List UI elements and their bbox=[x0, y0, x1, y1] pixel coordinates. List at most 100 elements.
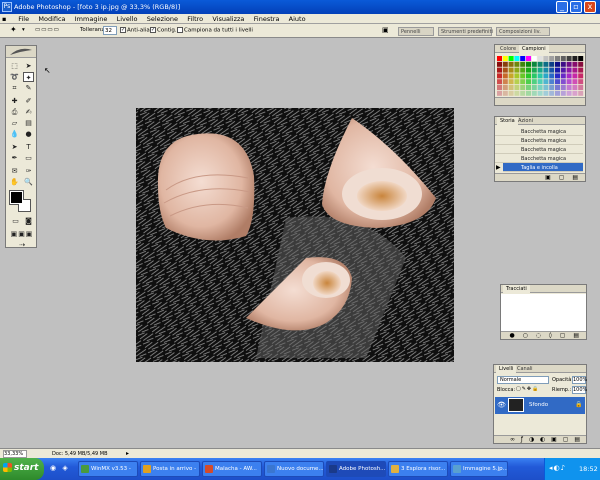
swatch-cell[interactable] bbox=[560, 61, 566, 67]
history-item[interactable]: Bacchetta magica bbox=[495, 154, 583, 163]
jump-to-imageready-icon[interactable]: ⇢ bbox=[10, 240, 34, 250]
swatch-cell[interactable] bbox=[531, 73, 537, 79]
swatch-cell[interactable] bbox=[502, 79, 508, 85]
eye-visibility-icon[interactable]: 👁 bbox=[497, 401, 506, 409]
swatch-cell[interactable] bbox=[555, 56, 560, 61]
swatch-cell[interactable] bbox=[502, 61, 508, 67]
swatch-cell[interactable] bbox=[497, 56, 502, 61]
swatch-cell[interactable] bbox=[497, 61, 502, 67]
swatch-cell[interactable] bbox=[508, 61, 514, 67]
swatch-cell[interactable] bbox=[514, 90, 520, 96]
swatch-cell[interactable] bbox=[502, 73, 508, 79]
swatch-cell[interactable] bbox=[549, 67, 555, 73]
quick-launch-icons[interactable]: ◉ ◈ bbox=[50, 464, 70, 472]
swatch-cell[interactable] bbox=[502, 85, 508, 90]
notes-tool-icon[interactable]: ✉ bbox=[9, 166, 20, 176]
swatch-cell[interactable] bbox=[526, 73, 531, 79]
swatch-cell[interactable] bbox=[514, 61, 520, 67]
swatch-cell[interactable] bbox=[572, 56, 578, 61]
swatch-cell[interactable] bbox=[543, 73, 549, 79]
minimize-button[interactable]: _ bbox=[556, 1, 568, 13]
swatch-cell[interactable] bbox=[543, 61, 549, 67]
swatch-cell[interactable] bbox=[566, 90, 572, 96]
taskbar-item[interactable]: Posta in arrivo - bbox=[140, 461, 200, 477]
swatch-cell[interactable] bbox=[578, 56, 584, 61]
swatch-cell[interactable] bbox=[531, 79, 537, 85]
history-footer-icons[interactable]: ▣ ▢ ▤ bbox=[545, 174, 581, 181]
tab-azioni[interactable]: Azioni bbox=[515, 117, 536, 125]
swatch-cell[interactable] bbox=[578, 79, 584, 85]
swatch-cell[interactable] bbox=[497, 85, 502, 90]
swatch-cell[interactable] bbox=[543, 56, 549, 61]
tab-tracciati[interactable]: Tracciati bbox=[503, 285, 530, 293]
hand-tool-icon[interactable]: ✋ bbox=[9, 177, 20, 187]
taskbar-item[interactable]: 3 Esplora risor... bbox=[388, 461, 448, 477]
swatch-cell[interactable] bbox=[531, 90, 537, 96]
menu-filtro[interactable]: Filtro bbox=[183, 14, 206, 23]
fill-input[interactable]: 100% bbox=[572, 386, 587, 394]
swatch-cell[interactable] bbox=[572, 79, 578, 85]
type-tool-icon[interactable]: T bbox=[23, 142, 34, 152]
swatch-cell[interactable] bbox=[560, 79, 566, 85]
swatch-cell[interactable] bbox=[508, 67, 514, 73]
magic-wand-tool-icon[interactable]: ✦ bbox=[23, 72, 34, 82]
blend-mode-select[interactable]: Normale bbox=[497, 376, 549, 384]
swatch-cell[interactable] bbox=[555, 73, 560, 79]
layer-row[interactable]: 👁 Sfondo 🔒 bbox=[495, 397, 585, 414]
pen-tool-icon[interactable]: ✒ bbox=[9, 153, 20, 163]
swatch-cell[interactable] bbox=[572, 61, 578, 67]
swatch-cell[interactable] bbox=[566, 73, 572, 79]
swatch-cell[interactable] bbox=[543, 67, 549, 73]
slice-tool-icon[interactable]: ✎ bbox=[23, 83, 34, 93]
restore-button[interactable]: ▫ bbox=[570, 1, 582, 13]
swatch-cell[interactable] bbox=[572, 67, 578, 73]
menu-immagine[interactable]: Immagine bbox=[71, 14, 111, 23]
swatch-cell[interactable] bbox=[566, 61, 572, 67]
shape-tool-icon[interactable]: ▭ bbox=[23, 153, 34, 163]
menu-aiuto[interactable]: Aiuto bbox=[285, 14, 309, 23]
swatch-cell[interactable] bbox=[549, 61, 555, 67]
swatch-cell[interactable] bbox=[514, 85, 520, 90]
taskbar-item[interactable]: WinMX v3.53 - bbox=[78, 461, 138, 477]
tab-campioni[interactable]: Campioni bbox=[519, 45, 549, 53]
swatch-cell[interactable] bbox=[514, 73, 520, 79]
healing-tool-icon[interactable]: ✚ bbox=[9, 96, 20, 106]
swatch-cell[interactable] bbox=[543, 79, 549, 85]
swatch-cell[interactable] bbox=[508, 73, 514, 79]
swatch-cell[interactable] bbox=[502, 90, 508, 96]
tab-canali[interactable]: Canali bbox=[514, 365, 536, 373]
swatch-cell[interactable] bbox=[566, 79, 572, 85]
magic-wand-icon[interactable]: ✦ bbox=[10, 25, 17, 34]
swatch-cell[interactable] bbox=[560, 56, 566, 61]
taskbar-item[interactable]: Immagine 5.jp... bbox=[450, 461, 508, 477]
swatch-cell[interactable] bbox=[572, 90, 578, 96]
zoom-tool-icon[interactable]: 🔍 bbox=[23, 177, 34, 187]
path-select-icon[interactable]: ➤ bbox=[9, 142, 20, 152]
swatch-cell[interactable] bbox=[537, 56, 543, 61]
menu-doc-icon[interactable]: ▪ bbox=[2, 15, 12, 23]
screen-mode-icons[interactable]: ▣▣▣ bbox=[8, 229, 36, 239]
swatch-cell[interactable] bbox=[526, 85, 531, 90]
move-tool-icon[interactable]: ➤ bbox=[23, 61, 34, 71]
tolerance-input[interactable]: 32 bbox=[103, 26, 117, 35]
swatch-grid[interactable] bbox=[496, 55, 586, 99]
swatch-cell[interactable] bbox=[520, 85, 526, 90]
history-item-selected[interactable]: Taglia e incolla bbox=[503, 163, 583, 172]
swatch-cell[interactable] bbox=[531, 85, 537, 90]
document-canvas[interactable] bbox=[136, 108, 454, 362]
swatch-cell[interactable] bbox=[526, 79, 531, 85]
swatch-cell[interactable] bbox=[537, 61, 543, 67]
swatch-cell[interactable] bbox=[549, 85, 555, 90]
paths-footer-icons[interactable]: ● ○ ◌ ◊ ▢ ▤ bbox=[509, 332, 582, 339]
history-brush-icon[interactable]: ✍ bbox=[23, 107, 34, 117]
swatch-cell[interactable] bbox=[514, 67, 520, 73]
swatch-cell[interactable] bbox=[508, 85, 514, 90]
history-item[interactable]: Bacchetta magica bbox=[495, 145, 583, 154]
stamp-tool-icon[interactable]: ⎙ bbox=[9, 107, 20, 117]
menu-livello[interactable]: Livello bbox=[113, 14, 141, 23]
layers-footer-icons[interactable]: ∞ ƒ ◑ ◐ ▣ ▢ ▤ bbox=[510, 436, 582, 443]
taskbar-item-active[interactable]: Adobe Photosh... bbox=[326, 461, 386, 477]
swatch-cell[interactable] bbox=[520, 56, 526, 61]
swatch-cell[interactable] bbox=[560, 73, 566, 79]
well-tab-brushes[interactable]: Pennelli bbox=[398, 27, 434, 36]
